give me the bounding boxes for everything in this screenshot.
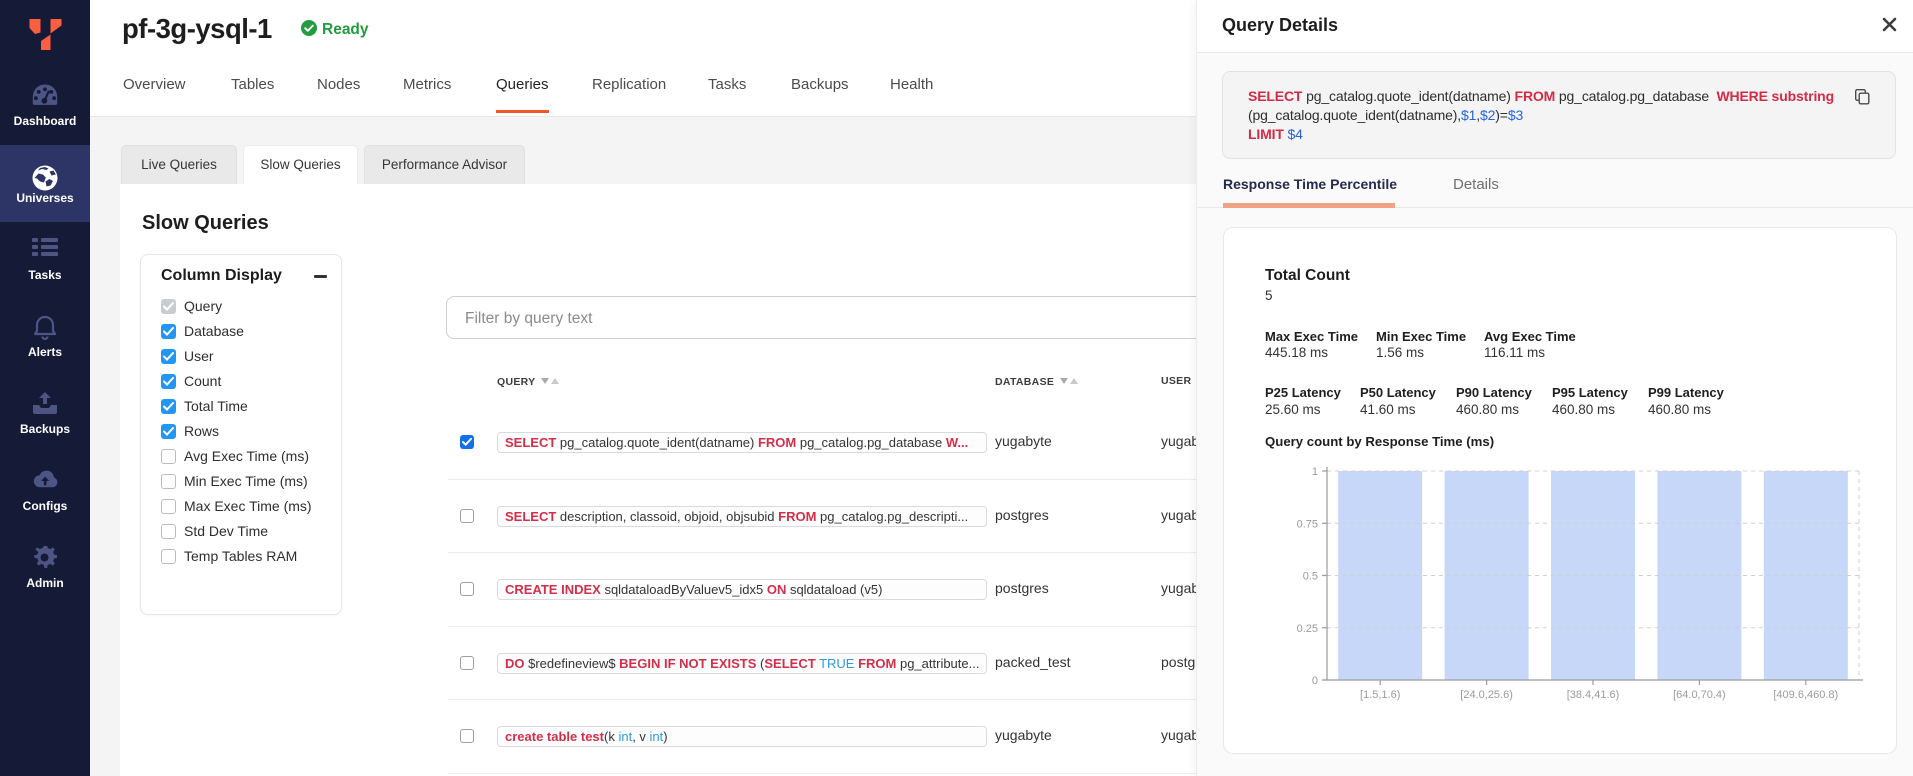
svg-text:[1.5,1.6): [1.5,1.6) (1360, 689, 1400, 701)
svg-text:[24.0,25.6): [24.0,25.6) (1460, 689, 1513, 701)
svg-text:0.75: 0.75 (1297, 518, 1318, 530)
svg-text:0: 0 (1312, 675, 1318, 687)
svg-text:1: 1 (1312, 466, 1318, 478)
svg-text:[409.6,460.8): [409.6,460.8) (1773, 689, 1838, 701)
svg-text:[38.4,41.6): [38.4,41.6) (1567, 689, 1620, 701)
svg-text:0.25: 0.25 (1297, 623, 1318, 635)
svg-text:0.5: 0.5 (1303, 571, 1318, 583)
svg-text:[64.0,70.4): [64.0,70.4) (1673, 689, 1726, 701)
